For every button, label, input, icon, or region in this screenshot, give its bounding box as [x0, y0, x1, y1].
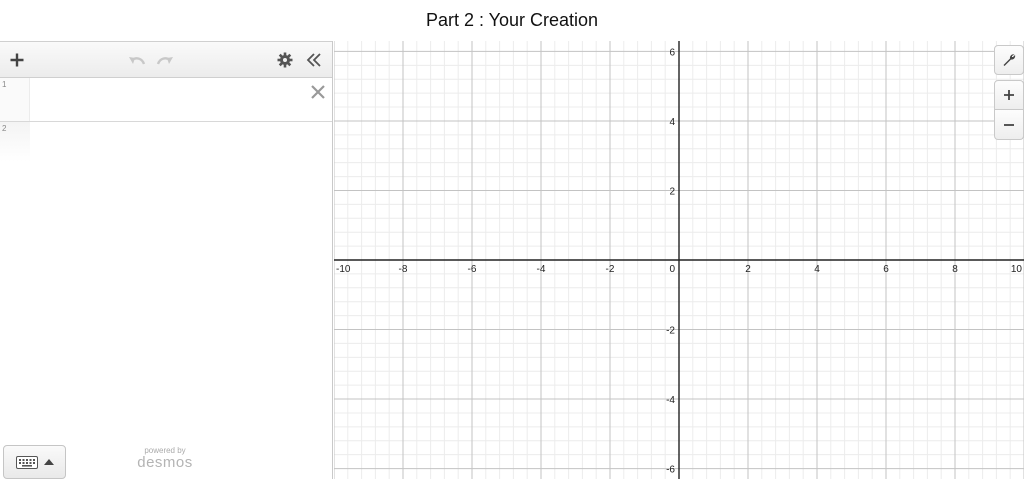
expression-list: 1 2	[0, 78, 332, 162]
desmos-branding: powered by desmos	[120, 446, 210, 470]
settings-button[interactable]	[274, 42, 296, 78]
zoom-out-button[interactable]	[994, 110, 1024, 140]
double-chevron-left-icon	[306, 53, 321, 67]
title-bar: Part 2 : Your Creation	[0, 0, 1024, 41]
delete-expression-button[interactable]	[308, 82, 328, 102]
collapse-panel-button[interactable]	[302, 42, 326, 78]
page-title: Part 2 : Your Creation	[425, 10, 599, 30]
x-tick-label: -6	[468, 264, 477, 275]
add-expression-button[interactable]	[4, 42, 30, 78]
redo-icon	[156, 57, 173, 65]
x-tick-label: -10	[336, 264, 351, 275]
x-tick-label: 4	[814, 264, 820, 275]
y-tick-label: -4	[666, 395, 675, 406]
y-tick-label: 4	[669, 117, 675, 128]
gear-icon	[277, 52, 293, 68]
y-tick-label: -2	[666, 326, 675, 337]
graph-settings-button[interactable]	[994, 45, 1024, 75]
x-tick-label: -4	[537, 264, 546, 275]
x-tick-label: 8	[952, 264, 958, 275]
redo-button[interactable]	[154, 42, 176, 78]
expression-index: 2	[0, 122, 30, 162]
x-tick-label: 2	[745, 264, 751, 275]
expression-row-1[interactable]: 1	[0, 78, 332, 122]
keyboard-icon	[15, 455, 38, 469]
undo-icon	[129, 57, 146, 65]
zoom-in-button[interactable]	[994, 80, 1024, 110]
graph-paper[interactable]: -10 -8 -6 -4 -2 0 2 4 6 8 10 6 4 2 -2 -4 -6	[334, 41, 1024, 479]
wrench-icon	[1003, 54, 1016, 66]
x-tick-label: -2	[606, 264, 615, 275]
caret-up-icon	[43, 459, 54, 465]
y-tick-label: 6	[669, 47, 675, 58]
plus-icon	[10, 53, 24, 67]
expression-panel: 1 2 powered by desmos	[0, 41, 333, 479]
desmos-logo: desmos	[137, 454, 193, 471]
y-tick-label: 2	[669, 186, 675, 197]
x-tick-label: 6	[883, 264, 889, 275]
plus-icon	[1004, 90, 1014, 100]
expression-row-2[interactable]: 2	[0, 122, 332, 162]
keypad-toggle-button[interactable]	[3, 445, 66, 479]
minus-icon	[1004, 123, 1014, 126]
y-tick-label: -6	[666, 465, 675, 476]
expression-index: 1	[0, 78, 30, 121]
close-icon	[311, 85, 325, 99]
undo-button[interactable]	[126, 42, 148, 78]
graphing-calculator: 1 2 powered by desmos -10 -8 -6 -4 -2 0 …	[0, 41, 1024, 479]
x-tick-label: 10	[1011, 264, 1023, 275]
x-tick-label: -8	[399, 264, 408, 275]
x-tick-label: 0	[669, 264, 675, 275]
graph-grid: -10 -8 -6 -4 -2 0 2 4 6 8 10 6 4 2 -2 -4 -6	[334, 41, 1024, 479]
expression-toolbar	[0, 41, 332, 78]
